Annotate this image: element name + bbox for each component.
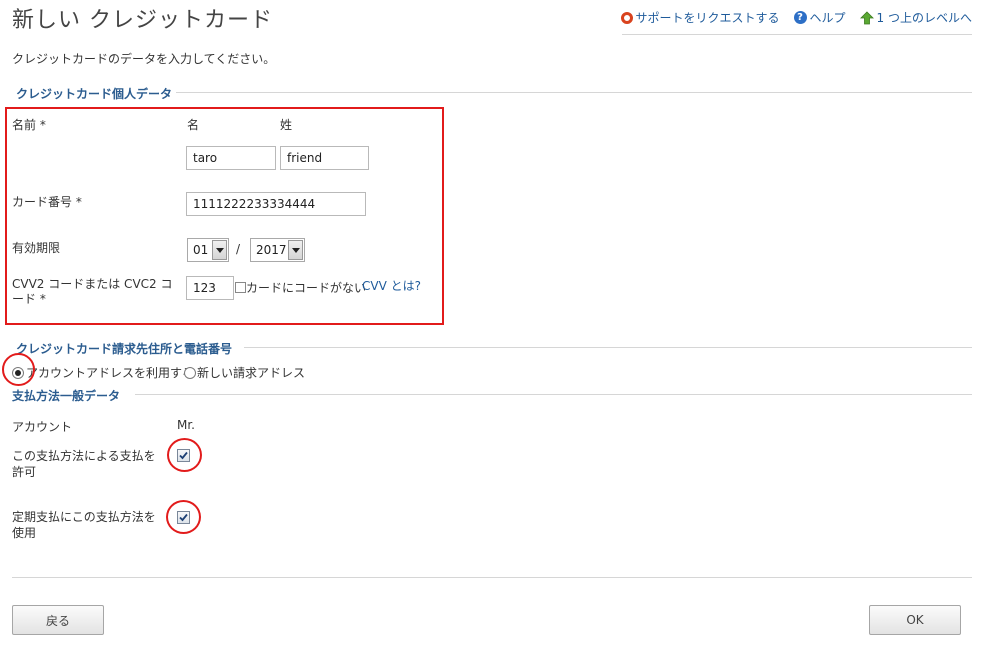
first-name-label: 名 bbox=[187, 118, 200, 132]
recurring-payment-label: 定期支払にこの支払方法を使用 bbox=[12, 510, 156, 540]
request-support-link[interactable]: サポートをリクエストする bbox=[620, 9, 780, 26]
help-icon: ? bbox=[793, 11, 807, 24]
help-label: ヘルプ bbox=[809, 11, 846, 25]
last-name-label: 姓 bbox=[280, 118, 293, 132]
cvv-label: CVV2 コードまたは CVC2 コード * bbox=[12, 277, 173, 306]
no-code-label: カードにコードがない bbox=[246, 281, 367, 295]
personal-section-divider bbox=[176, 92, 972, 93]
billing-option-new[interactable]: 新しい請求アドレス bbox=[184, 364, 305, 381]
request-support-label: サポートをリクエストする bbox=[635, 11, 780, 25]
help-link[interactable]: ? ヘルプ bbox=[793, 9, 846, 26]
general-section-title: 支払方法一般データ bbox=[12, 389, 121, 403]
card-number-label: カード番号 * bbox=[12, 195, 82, 209]
back-button[interactable]: 戻る bbox=[12, 605, 104, 635]
chevron-down-icon bbox=[212, 240, 227, 260]
page-title: 新しい クレジットカード bbox=[12, 8, 273, 33]
highlight-circle-radio bbox=[2, 353, 35, 386]
card-number-input[interactable] bbox=[186, 192, 366, 216]
expiry-label: 有効期限 bbox=[12, 241, 61, 255]
no-code-checkbox-row: カードにコードがない bbox=[235, 279, 366, 296]
expiry-separator: / bbox=[236, 242, 241, 256]
general-section-divider bbox=[135, 394, 972, 395]
first-name-input[interactable] bbox=[186, 146, 276, 170]
personal-section-title: クレジットカード個人データ bbox=[16, 87, 173, 101]
highlight-circle-recurring bbox=[166, 500, 201, 534]
allow-payment-label: この支払方法による支払を許可 bbox=[12, 449, 156, 479]
up-level-link[interactable]: 1 つ上のレベルへ bbox=[859, 9, 972, 26]
intro-text: クレジットカードのデータを入力してください。 bbox=[12, 52, 276, 66]
billing-section-divider bbox=[244, 347, 972, 348]
no-code-checkbox[interactable] bbox=[235, 282, 246, 293]
footer-divider bbox=[12, 577, 972, 578]
expiry-month-value: 01 bbox=[193, 243, 209, 257]
account-value: Mr. bbox=[177, 418, 195, 432]
last-name-input[interactable] bbox=[280, 146, 369, 170]
expiry-month-select[interactable]: 01 bbox=[187, 238, 229, 262]
chevron-down-icon bbox=[288, 240, 303, 260]
up-level-label: 1 つ上のレベルへ bbox=[876, 11, 972, 25]
highlight-circle-allow bbox=[167, 438, 202, 472]
billing-section-title: クレジットカード請求先住所と電話番号 bbox=[16, 342, 233, 356]
cvv-input[interactable] bbox=[186, 276, 234, 300]
name-label: 名前 * bbox=[12, 118, 46, 132]
billing-option-account[interactable]: アカウントアドレスを利用する bbox=[12, 364, 194, 381]
billing-new-label: 新しい請求アドレス bbox=[197, 366, 306, 380]
arrow-up-icon bbox=[859, 10, 874, 24]
billing-new-radio[interactable] bbox=[184, 366, 196, 379]
cvv-help-link[interactable]: CVV とは? bbox=[362, 277, 421, 294]
header-divider bbox=[622, 34, 972, 35]
ok-button[interactable]: OK bbox=[869, 605, 961, 635]
account-label: アカウント bbox=[12, 420, 73, 434]
expiry-year-select[interactable]: 2017 bbox=[250, 238, 305, 262]
expiry-year-value: 2017 bbox=[256, 243, 287, 257]
billing-account-label: アカウントアドレスを利用する bbox=[26, 366, 195, 380]
lifebuoy-icon bbox=[620, 11, 633, 24]
top-links: サポートをリクエストする ? ヘルプ 1 つ上のレベルへ bbox=[620, 9, 972, 26]
